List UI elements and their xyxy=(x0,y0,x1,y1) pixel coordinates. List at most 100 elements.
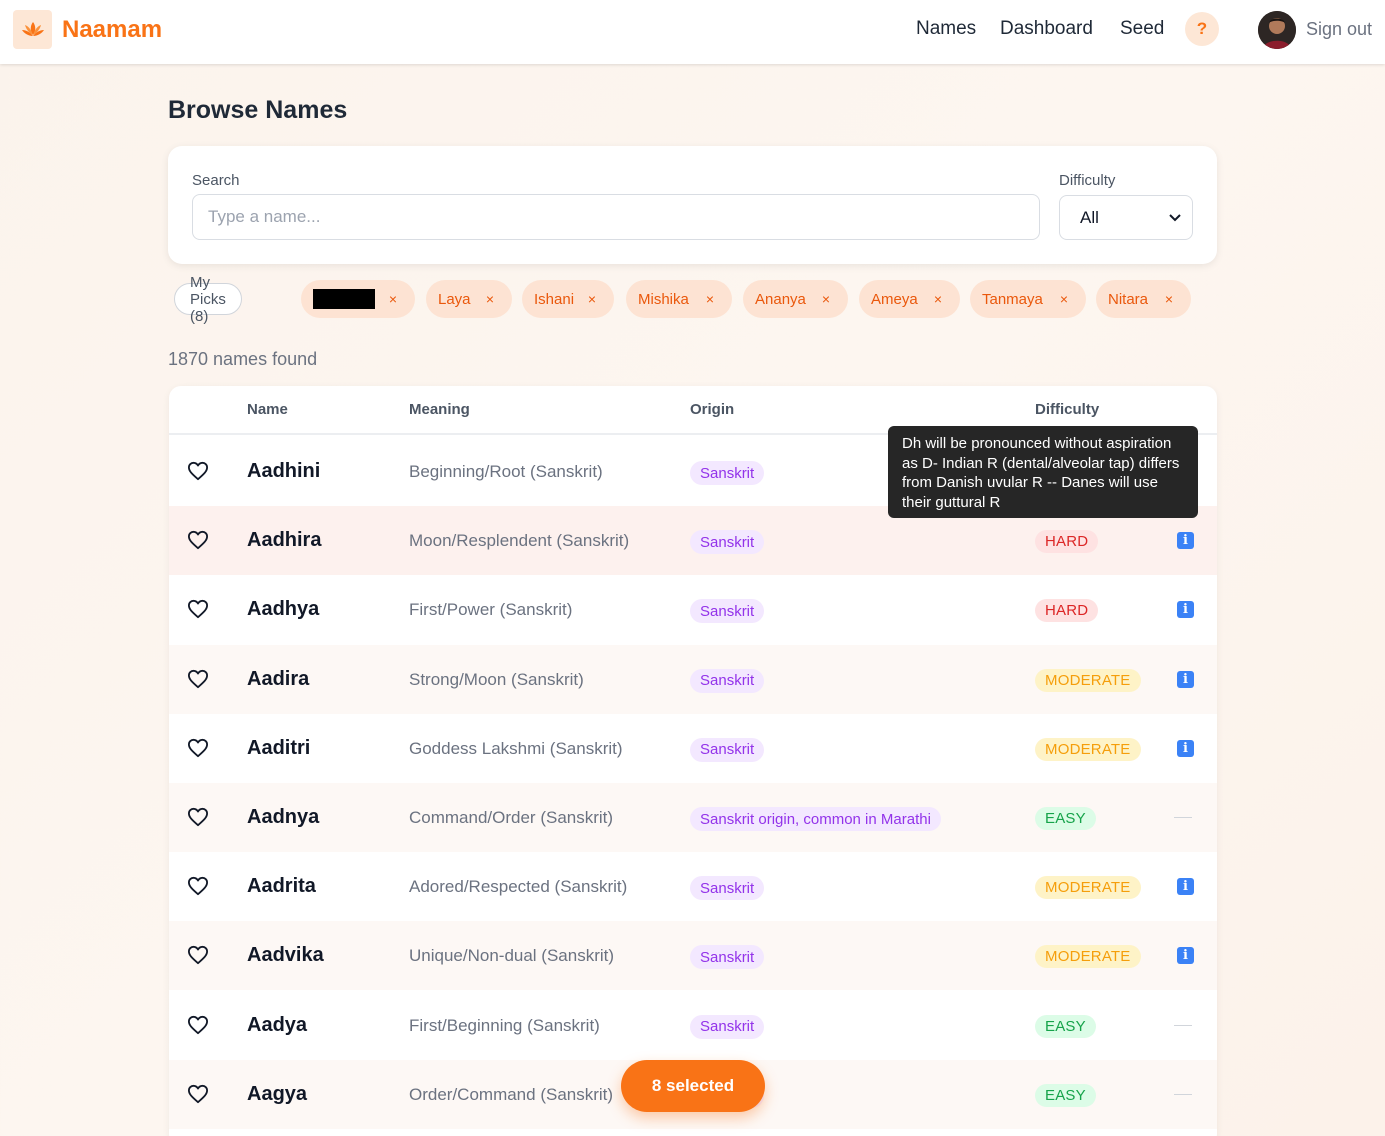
name-cell: Aadhini xyxy=(247,460,321,482)
empty-dash xyxy=(1174,1093,1192,1095)
difficulty-badge: MODERATE xyxy=(1035,668,1141,692)
info-icon[interactable]: i xyxy=(1177,601,1194,619)
difficulty-badge: MODERATE xyxy=(1035,876,1141,900)
origin-badge: Sanskrit xyxy=(690,737,765,762)
help-button[interactable]: ? xyxy=(1185,12,1219,46)
page-title: Browse Names xyxy=(168,96,348,124)
name-cell: Aadira xyxy=(247,667,310,690)
heart-icon[interactable] xyxy=(187,876,209,896)
meaning-cell: First/Power (Sanskrit) xyxy=(409,600,573,620)
nav-dashboard[interactable]: Dashboard xyxy=(1000,18,1093,40)
pick-chip[interactable]: Ishani × xyxy=(522,280,614,318)
name-cell: Aadrita xyxy=(247,875,316,898)
search-input[interactable] xyxy=(192,194,1040,240)
remove-icon[interactable]: × xyxy=(934,291,942,307)
origin-badge: Sanskrit xyxy=(690,599,765,624)
brand-name: Naamam xyxy=(62,15,163,43)
difficulty-label: Difficulty xyxy=(1059,172,1116,189)
name-cell: Aagya xyxy=(247,1082,308,1105)
origin-badge: Sanskrit origin, common in Marathi xyxy=(690,807,941,831)
sign-out-link[interactable]: Sign out xyxy=(1306,19,1372,40)
redacted-name xyxy=(313,289,375,309)
column-header-name[interactable]: Name xyxy=(247,401,288,418)
heart-icon[interactable] xyxy=(187,599,209,619)
info-icon[interactable]: i xyxy=(1177,878,1194,896)
heart-icon[interactable] xyxy=(187,1084,209,1104)
filter-panel: Search Difficulty All xyxy=(168,146,1217,264)
table-row[interactable]: Aadnya Command/Order (Sanskrit) Sanskrit o… xyxy=(169,783,1217,852)
difficulty-badge: HARD xyxy=(1035,530,1099,554)
remove-icon[interactable]: × xyxy=(486,291,494,307)
heart-icon[interactable] xyxy=(187,807,209,827)
difficulty-badge: EASY xyxy=(1035,807,1096,830)
column-header-meaning[interactable]: Meaning xyxy=(409,401,470,418)
heart-icon[interactable] xyxy=(187,530,209,550)
difficulty-badge: MODERATE xyxy=(1035,945,1141,969)
brand[interactable]: Naamam xyxy=(13,10,162,49)
column-header-difficulty[interactable]: Difficulty xyxy=(1035,401,1099,418)
column-header-origin[interactable]: Origin xyxy=(690,401,734,418)
meaning-cell: Goddess Lakshmi (Sanskrit) xyxy=(409,738,623,758)
meaning-cell: First/Beginning (Sanskrit) xyxy=(409,1015,600,1035)
origin-badge: Sanskrit xyxy=(690,530,765,555)
origin-badge: Sanskrit xyxy=(690,1014,765,1039)
chevron-down-icon xyxy=(1169,214,1181,222)
results-count: 1870 names found xyxy=(168,349,318,369)
name-cell: Aadhya xyxy=(247,598,320,621)
remove-icon[interactable]: × xyxy=(822,291,830,307)
pick-chip[interactable]: Laya × xyxy=(426,280,512,318)
info-icon[interactable]: i xyxy=(1177,532,1194,550)
nav-seed[interactable]: Seed xyxy=(1120,18,1164,40)
heart-icon[interactable] xyxy=(187,945,209,965)
pick-chip[interactable]: Nitara × xyxy=(1096,280,1191,318)
name-cell: Aadnya xyxy=(247,806,320,828)
difficulty-select[interactable]: All xyxy=(1059,195,1193,240)
difficulty-badge: HARD xyxy=(1035,599,1099,623)
top-navigation-bar: Naamam Names Dashboard Seed ? Sign out xyxy=(0,0,1385,64)
table-row[interactable]: Aadhya First/Power (Sanskrit) Sanskrit HARD… xyxy=(169,575,1217,644)
remove-icon[interactable]: × xyxy=(1165,291,1173,307)
lotus-icon xyxy=(13,10,52,49)
remove-icon[interactable]: × xyxy=(1060,291,1068,307)
empty-dash xyxy=(1174,1024,1192,1026)
table-row[interactable]: Aadira Strong/Moon (Sanskrit) Sanskrit MODE… xyxy=(169,644,1217,714)
selected-count-button[interactable]: 8 selected xyxy=(621,1060,765,1112)
table-row[interactable]: Aaditri Goddess Lakshmi (Sanskrit) Sanskri… xyxy=(169,714,1217,783)
meaning-cell: Command/Order (Sanskrit) xyxy=(409,808,614,827)
pick-chip[interactable]: Mishika × xyxy=(626,280,732,318)
pick-chip[interactable]: Ameya × xyxy=(859,280,960,318)
pick-chip-label: Mishika xyxy=(638,290,689,308)
pick-chip[interactable]: Tanmaya × xyxy=(970,280,1086,318)
info-icon[interactable]: i xyxy=(1177,947,1194,965)
table-row[interactable]: Aadvika Unique/Non-dual (Sanskrit) Sanskri… xyxy=(169,921,1217,991)
origin-badge: Sanskrit xyxy=(690,668,765,693)
remove-icon[interactable]: × xyxy=(588,291,596,307)
info-icon[interactable]: i xyxy=(1177,670,1194,688)
search-label: Search xyxy=(192,172,240,189)
pick-chip-label: Ananya xyxy=(755,290,806,308)
table-row[interactable]: Aadrita Adored/Respected (Sanskrit) Sanskr… xyxy=(169,852,1217,921)
heart-icon[interactable] xyxy=(187,669,209,689)
pick-chip-label: Ishani xyxy=(534,290,575,308)
meaning-cell: Strong/Moon (Sanskrit) xyxy=(409,669,584,689)
difficulty-select-value: All xyxy=(1080,207,1099,227)
table-row[interactable]: Aadya First/Beginning (Sanskrit) Sanskrit E… xyxy=(169,991,1217,1060)
pick-chip[interactable]: × xyxy=(301,280,415,318)
pick-chip-label: Nitara xyxy=(1108,290,1149,308)
heart-icon[interactable] xyxy=(187,738,209,758)
nav-names[interactable]: Names xyxy=(916,18,976,40)
my-picks-button[interactable]: My Picks (8) xyxy=(174,274,242,325)
heart-icon[interactable] xyxy=(187,1015,209,1035)
pick-chip[interactable]: Ananya × xyxy=(743,280,848,318)
avatar[interactable] xyxy=(1258,11,1296,49)
meaning-cell: Beginning/Root (Sanskrit) xyxy=(409,462,603,481)
pick-chip-label: Ameya xyxy=(871,290,918,308)
my-picks-label: My Picks (8) xyxy=(190,273,226,325)
remove-icon[interactable]: × xyxy=(389,291,397,307)
remove-icon[interactable]: × xyxy=(706,291,714,307)
heart-icon[interactable] xyxy=(187,461,209,481)
pick-chip-label: Laya xyxy=(438,290,471,308)
meaning-cell: Unique/Non-dual (Sanskrit) xyxy=(409,946,615,966)
info-icon[interactable]: i xyxy=(1177,739,1194,757)
name-cell: Aadhira xyxy=(247,529,322,552)
